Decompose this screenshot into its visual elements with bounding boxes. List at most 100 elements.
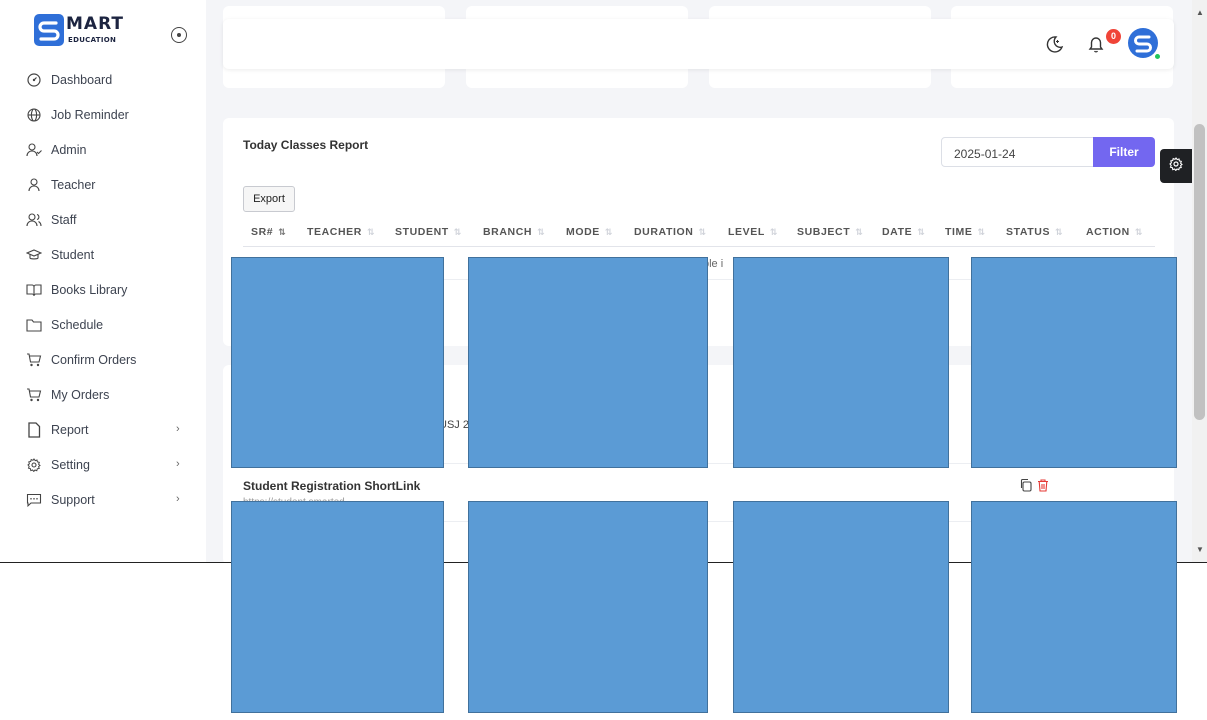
- sort-icon: ⇅: [769, 227, 778, 237]
- brand-subtitle: EDUCATION: [68, 36, 117, 44]
- dark-mode-toggle[interactable]: [1043, 33, 1065, 55]
- chevron-right-icon: ›: [176, 493, 180, 505]
- sidebar-item-my-orders[interactable]: My Orders: [0, 377, 206, 412]
- brand-logo[interactable]: MART EDUCATION: [34, 14, 130, 50]
- cart-icon: [26, 352, 42, 368]
- column-header-duration[interactable]: DURATION ⇅: [634, 226, 707, 238]
- settings-icon: [26, 457, 42, 473]
- users-icon: [26, 212, 42, 228]
- sidebar-item-label: Student: [51, 247, 95, 262]
- column-header-branch[interactable]: BRANCH ⇅: [483, 226, 545, 238]
- sidebar-collapse-button[interactable]: [171, 27, 187, 43]
- sidebar-item-label: Support: [51, 492, 95, 507]
- scrollbar-thumb[interactable]: [1194, 124, 1205, 420]
- redaction-box: [733, 257, 949, 468]
- sidebar-item-label: Books Library: [51, 282, 128, 297]
- filter-button[interactable]: Filter: [1093, 137, 1155, 167]
- sort-icon: ⇅: [1134, 227, 1144, 237]
- folder-icon: [26, 317, 42, 333]
- sidebar-item-label: My Orders: [51, 387, 110, 402]
- trash-icon[interactable]: [1036, 478, 1050, 492]
- user-avatar[interactable]: [1128, 28, 1158, 58]
- redaction-box: [231, 501, 444, 713]
- sidebar-item-label: Job Reminder: [51, 107, 129, 122]
- redaction-box: [971, 257, 1177, 468]
- sort-icon: ⇅: [698, 227, 707, 237]
- column-header-sr[interactable]: SR# ⇅: [251, 226, 286, 238]
- top-navbar: 0: [223, 19, 1174, 69]
- scroll-down-arrow-icon[interactable]: ▼: [1196, 545, 1204, 554]
- shortlink-title: Student Registration ShortLink: [243, 479, 421, 493]
- column-header-student[interactable]: STUDENT ⇅: [395, 226, 462, 238]
- book-icon: [26, 282, 42, 298]
- column-header-subject[interactable]: SUBJECT ⇅: [797, 226, 863, 238]
- sidebar-item-job-reminder[interactable]: Job Reminder: [0, 97, 206, 132]
- sort-icon: ⇅: [917, 227, 926, 237]
- sidebar-item-admin[interactable]: Admin: [0, 132, 206, 167]
- redaction-box: [733, 501, 949, 713]
- user-check-icon: [26, 142, 42, 158]
- column-header-teacher[interactable]: TEACHER ⇅: [307, 226, 375, 238]
- redaction-box: [231, 257, 444, 468]
- sidebar-item-report[interactable]: Report ›: [0, 412, 206, 447]
- redaction-box: [468, 501, 708, 713]
- logo-mark-icon: [34, 14, 64, 46]
- sort-icon: ⇅: [366, 227, 376, 237]
- column-header-action[interactable]: ACTION ⇅: [1086, 226, 1143, 238]
- sidebar-item-student[interactable]: Student: [0, 237, 206, 272]
- sidebar: MART EDUCATION Dashboard Job Reminder Ad…: [0, 0, 206, 563]
- scroll-up-arrow-icon[interactable]: ▲: [1196, 8, 1204, 17]
- chat-icon: [26, 492, 42, 508]
- sidebar-item-label: Setting: [51, 457, 90, 472]
- export-button[interactable]: Export: [243, 186, 295, 212]
- chevron-right-icon: ›: [176, 423, 180, 435]
- online-status-indicator: [1154, 53, 1161, 60]
- brand-title: MART: [66, 14, 124, 34]
- sort-icon: ⇅: [537, 227, 546, 237]
- sidebar-menu: Dashboard Job Reminder Admin Teacher Sta…: [0, 62, 206, 517]
- sidebar-item-label: Staff: [51, 212, 77, 227]
- sidebar-item-teacher[interactable]: Teacher: [0, 167, 206, 202]
- report-title: Today Classes Report: [243, 138, 369, 152]
- settings-icon: [1169, 156, 1183, 176]
- notifications-button[interactable]: [1085, 33, 1107, 55]
- sort-icon: ⇅: [1055, 227, 1064, 237]
- user-icon: [26, 177, 42, 193]
- moon-icon: [1043, 36, 1065, 59]
- sidebar-item-label: Confirm Orders: [51, 352, 137, 367]
- sidebar-item-books-library[interactable]: Books Library: [0, 272, 206, 307]
- table-header: SR# ⇅ TEACHER ⇅ STUDENT ⇅ BRANCH ⇅ MODE ⇅ DUR…: [243, 221, 1155, 247]
- column-header-status[interactable]: STATUS ⇅: [1006, 226, 1063, 238]
- sort-icon: ⇅: [977, 227, 986, 237]
- sort-icon: ⇅: [278, 227, 287, 237]
- redaction-box: [971, 501, 1177, 713]
- column-header-level[interactable]: LEVEL ⇅: [728, 226, 778, 238]
- column-header-mode[interactable]: MODE ⇅: [566, 226, 613, 238]
- cart-icon: [26, 387, 42, 403]
- column-header-date[interactable]: DATE ⇅: [882, 226, 925, 238]
- sidebar-item-label: Admin: [51, 142, 87, 157]
- date-filter-input[interactable]: 2025-01-24: [941, 137, 1094, 167]
- graduation-cap-icon: [26, 247, 42, 263]
- theme-settings-button[interactable]: [1160, 149, 1192, 183]
- redaction-box: [468, 257, 708, 468]
- chevron-right-icon: ›: [176, 458, 180, 470]
- sidebar-item-confirm-orders[interactable]: Confirm Orders: [0, 342, 206, 377]
- sidebar-item-dashboard[interactable]: Dashboard: [0, 62, 206, 97]
- vertical-scrollbar[interactable]: ▲ ▼: [1192, 0, 1207, 563]
- sidebar-item-schedule[interactable]: Schedule: [0, 307, 206, 342]
- bell-icon: [1085, 37, 1107, 59]
- sidebar-item-label: Dashboard: [51, 72, 113, 87]
- sidebar-item-setting[interactable]: Setting ›: [0, 447, 206, 482]
- sidebar-item-label: Report: [51, 422, 89, 437]
- column-header-time[interactable]: TIME ⇅: [945, 226, 986, 238]
- sidebar-item-staff[interactable]: Staff: [0, 202, 206, 237]
- sidebar-item-label: Schedule: [51, 317, 104, 332]
- sort-icon: ⇅: [604, 227, 614, 237]
- sort-icon: ⇅: [453, 227, 462, 237]
- sidebar-item-label: Teacher: [51, 177, 96, 192]
- copy-icon[interactable]: [1019, 478, 1033, 492]
- globe-icon: [26, 107, 42, 123]
- sidebar-item-support[interactable]: Support ›: [0, 482, 206, 517]
- dashboard-icon: [26, 72, 42, 88]
